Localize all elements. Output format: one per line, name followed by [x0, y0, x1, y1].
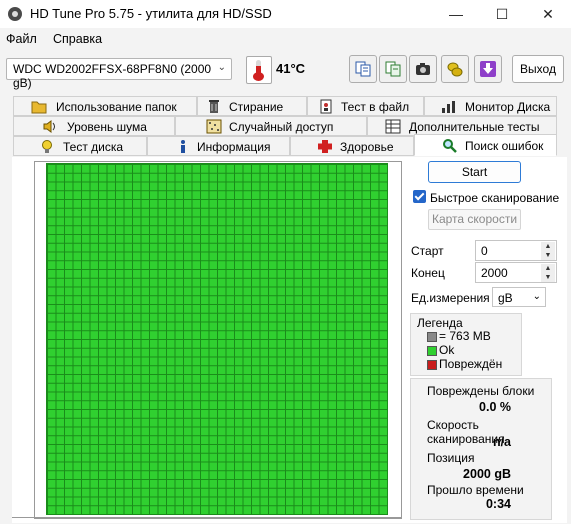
tab-disk-monitor[interactable]: Монитор Диска	[424, 96, 557, 116]
elapsed-label: Прошло времени	[427, 483, 524, 497]
legend-block-size: = 763 MB	[439, 329, 491, 343]
unit-select[interactable]: gB ⌄	[492, 287, 546, 307]
copy-icon	[355, 61, 371, 77]
chart-icon	[441, 99, 457, 114]
spin-up-icon[interactable]: ▲	[541, 264, 555, 273]
tab-noise-level[interactable]: Уровень шума	[13, 116, 175, 136]
tab-label: Тест диска	[63, 140, 124, 154]
tab-info[interactable]: Информация	[147, 136, 290, 156]
spin-down-icon[interactable]: ▼	[541, 273, 555, 282]
random-grid-icon	[206, 119, 222, 134]
app-icon	[8, 7, 22, 21]
grid-icon	[385, 119, 401, 134]
spin-up-icon[interactable]: ▲	[541, 242, 555, 251]
quick-scan-checkbox[interactable]	[413, 190, 426, 203]
folder-icon	[31, 99, 47, 114]
tab-label: Монитор Диска	[465, 100, 551, 114]
legend-block-swatch	[427, 332, 437, 342]
maximize-button[interactable]: ☐	[479, 0, 525, 28]
scan-stats: Повреждены блоки 0.0 % Скорость сканиров…	[410, 378, 552, 520]
legend-ok-swatch	[427, 346, 437, 356]
tab-label: Стирание	[229, 100, 284, 114]
tab-label: Дополнительные тесты	[409, 120, 540, 134]
chevron-down-icon: ⌄	[532, 291, 541, 302]
title-bar: HD Tune Pro 5.75 - утилита для HD/SSD — …	[0, 0, 571, 28]
end-spinbox[interactable]: 2000 ▲ ▼	[475, 262, 557, 283]
tab-strip: Использование папок Стирание Тест в файл…	[0, 96, 571, 156]
drive-select-value: WDC WD2002FFSX-68PF8N0 (2000 gB)	[13, 62, 212, 90]
tab-label: Использование папок	[56, 100, 177, 114]
chevron-down-icon: ⌄	[217, 62, 226, 73]
position-value: 2000 gB	[463, 467, 511, 481]
quick-scan-label: Быстрое сканирование	[430, 191, 560, 205]
save-button[interactable]	[474, 55, 502, 83]
scan-speed-value: n/a	[492, 435, 511, 449]
damaged-blocks-label: Повреждены блоки	[427, 384, 535, 398]
options-button[interactable]	[441, 55, 469, 83]
screenshot-button[interactable]	[409, 55, 437, 83]
position-label: Позиция	[427, 451, 475, 465]
legend-ok-label: Ok	[439, 343, 455, 357]
start-label: Старт	[411, 244, 444, 258]
toolbar: WDC WD2002FFSX-68PF8N0 (2000 gB) ⌄ 41°C	[0, 50, 571, 90]
tab-extra-tests[interactable]: Дополнительные тесты	[367, 116, 557, 136]
unit-value: gB	[498, 291, 513, 305]
magnifier-icon	[442, 138, 458, 153]
legend-damaged-label: Повреждён	[439, 357, 503, 371]
speed-map-button[interactable]: Карта скорости	[428, 209, 521, 230]
unit-label: Ед.измерения	[411, 291, 490, 305]
document-copy-icon	[385, 61, 401, 77]
elapsed-value: 0:34	[485, 497, 511, 511]
close-button[interactable]: ✕	[525, 0, 571, 28]
tab-label: Здоровье	[340, 140, 394, 154]
menu-bar: Файл Справка	[0, 28, 571, 50]
start-value: 0	[481, 244, 488, 258]
block-map-frame	[34, 161, 402, 519]
lightbulb-icon	[39, 139, 55, 154]
tab-health[interactable]: Здоровье	[290, 136, 414, 156]
tab-label: Информация	[197, 140, 271, 154]
tab-benchmark[interactable]: Тест диска	[13, 136, 147, 156]
menu-help[interactable]: Справка	[53, 32, 102, 46]
tab-file-benchmark[interactable]: Тест в файл	[307, 96, 424, 116]
block-map	[46, 163, 388, 515]
info-icon	[175, 139, 191, 154]
tab-folder-usage[interactable]: Использование папок	[13, 96, 197, 116]
minimize-button[interactable]: —	[433, 0, 479, 28]
tab-error-scan[interactable]: Поиск ошибок	[414, 134, 557, 156]
options-icon	[447, 62, 463, 77]
thermometer-icon	[246, 56, 272, 84]
tab-label: Случайный доступ	[229, 120, 334, 134]
damaged-blocks-value: 0.0 %	[479, 400, 511, 414]
menu-file[interactable]: Файл	[6, 32, 37, 46]
legend: Легенда = 763 MB Ok Повреждён	[410, 313, 522, 376]
legend-damaged-swatch	[427, 360, 437, 370]
trash-icon	[206, 99, 222, 114]
scan-speed-label: Скорость сканирования	[427, 418, 505, 446]
window-title: HD Tune Pro 5.75 - утилита для HD/SSD	[30, 6, 272, 21]
drive-select[interactable]: WDC WD2002FFSX-68PF8N0 (2000 gB) ⌄	[6, 58, 232, 90]
tab-random-access[interactable]: Случайный доступ	[175, 116, 367, 136]
temperature-readout: 41°C	[276, 61, 306, 76]
camera-icon	[416, 63, 430, 75]
tab-label: Поиск ошибок	[465, 139, 544, 153]
end-label: Конец	[411, 266, 445, 280]
copy-info-button[interactable]	[349, 55, 377, 83]
tab-label: Уровень шума	[67, 120, 147, 134]
start-spinbox[interactable]: 0 ▲ ▼	[475, 240, 557, 261]
exit-button[interactable]: Выход	[512, 55, 564, 83]
copy-text-button[interactable]	[379, 55, 407, 83]
file-icon	[318, 99, 334, 114]
health-cross-icon	[317, 139, 333, 154]
tab-erase[interactable]: Стирание	[197, 96, 307, 116]
speaker-icon	[42, 119, 58, 134]
tab-label: Тест в файл	[341, 100, 410, 114]
download-arrow-icon	[480, 61, 496, 77]
end-value: 2000	[481, 266, 508, 280]
start-button[interactable]: Start	[428, 161, 521, 183]
spin-down-icon[interactable]: ▼	[541, 251, 555, 260]
legend-title: Легенда	[417, 316, 463, 330]
